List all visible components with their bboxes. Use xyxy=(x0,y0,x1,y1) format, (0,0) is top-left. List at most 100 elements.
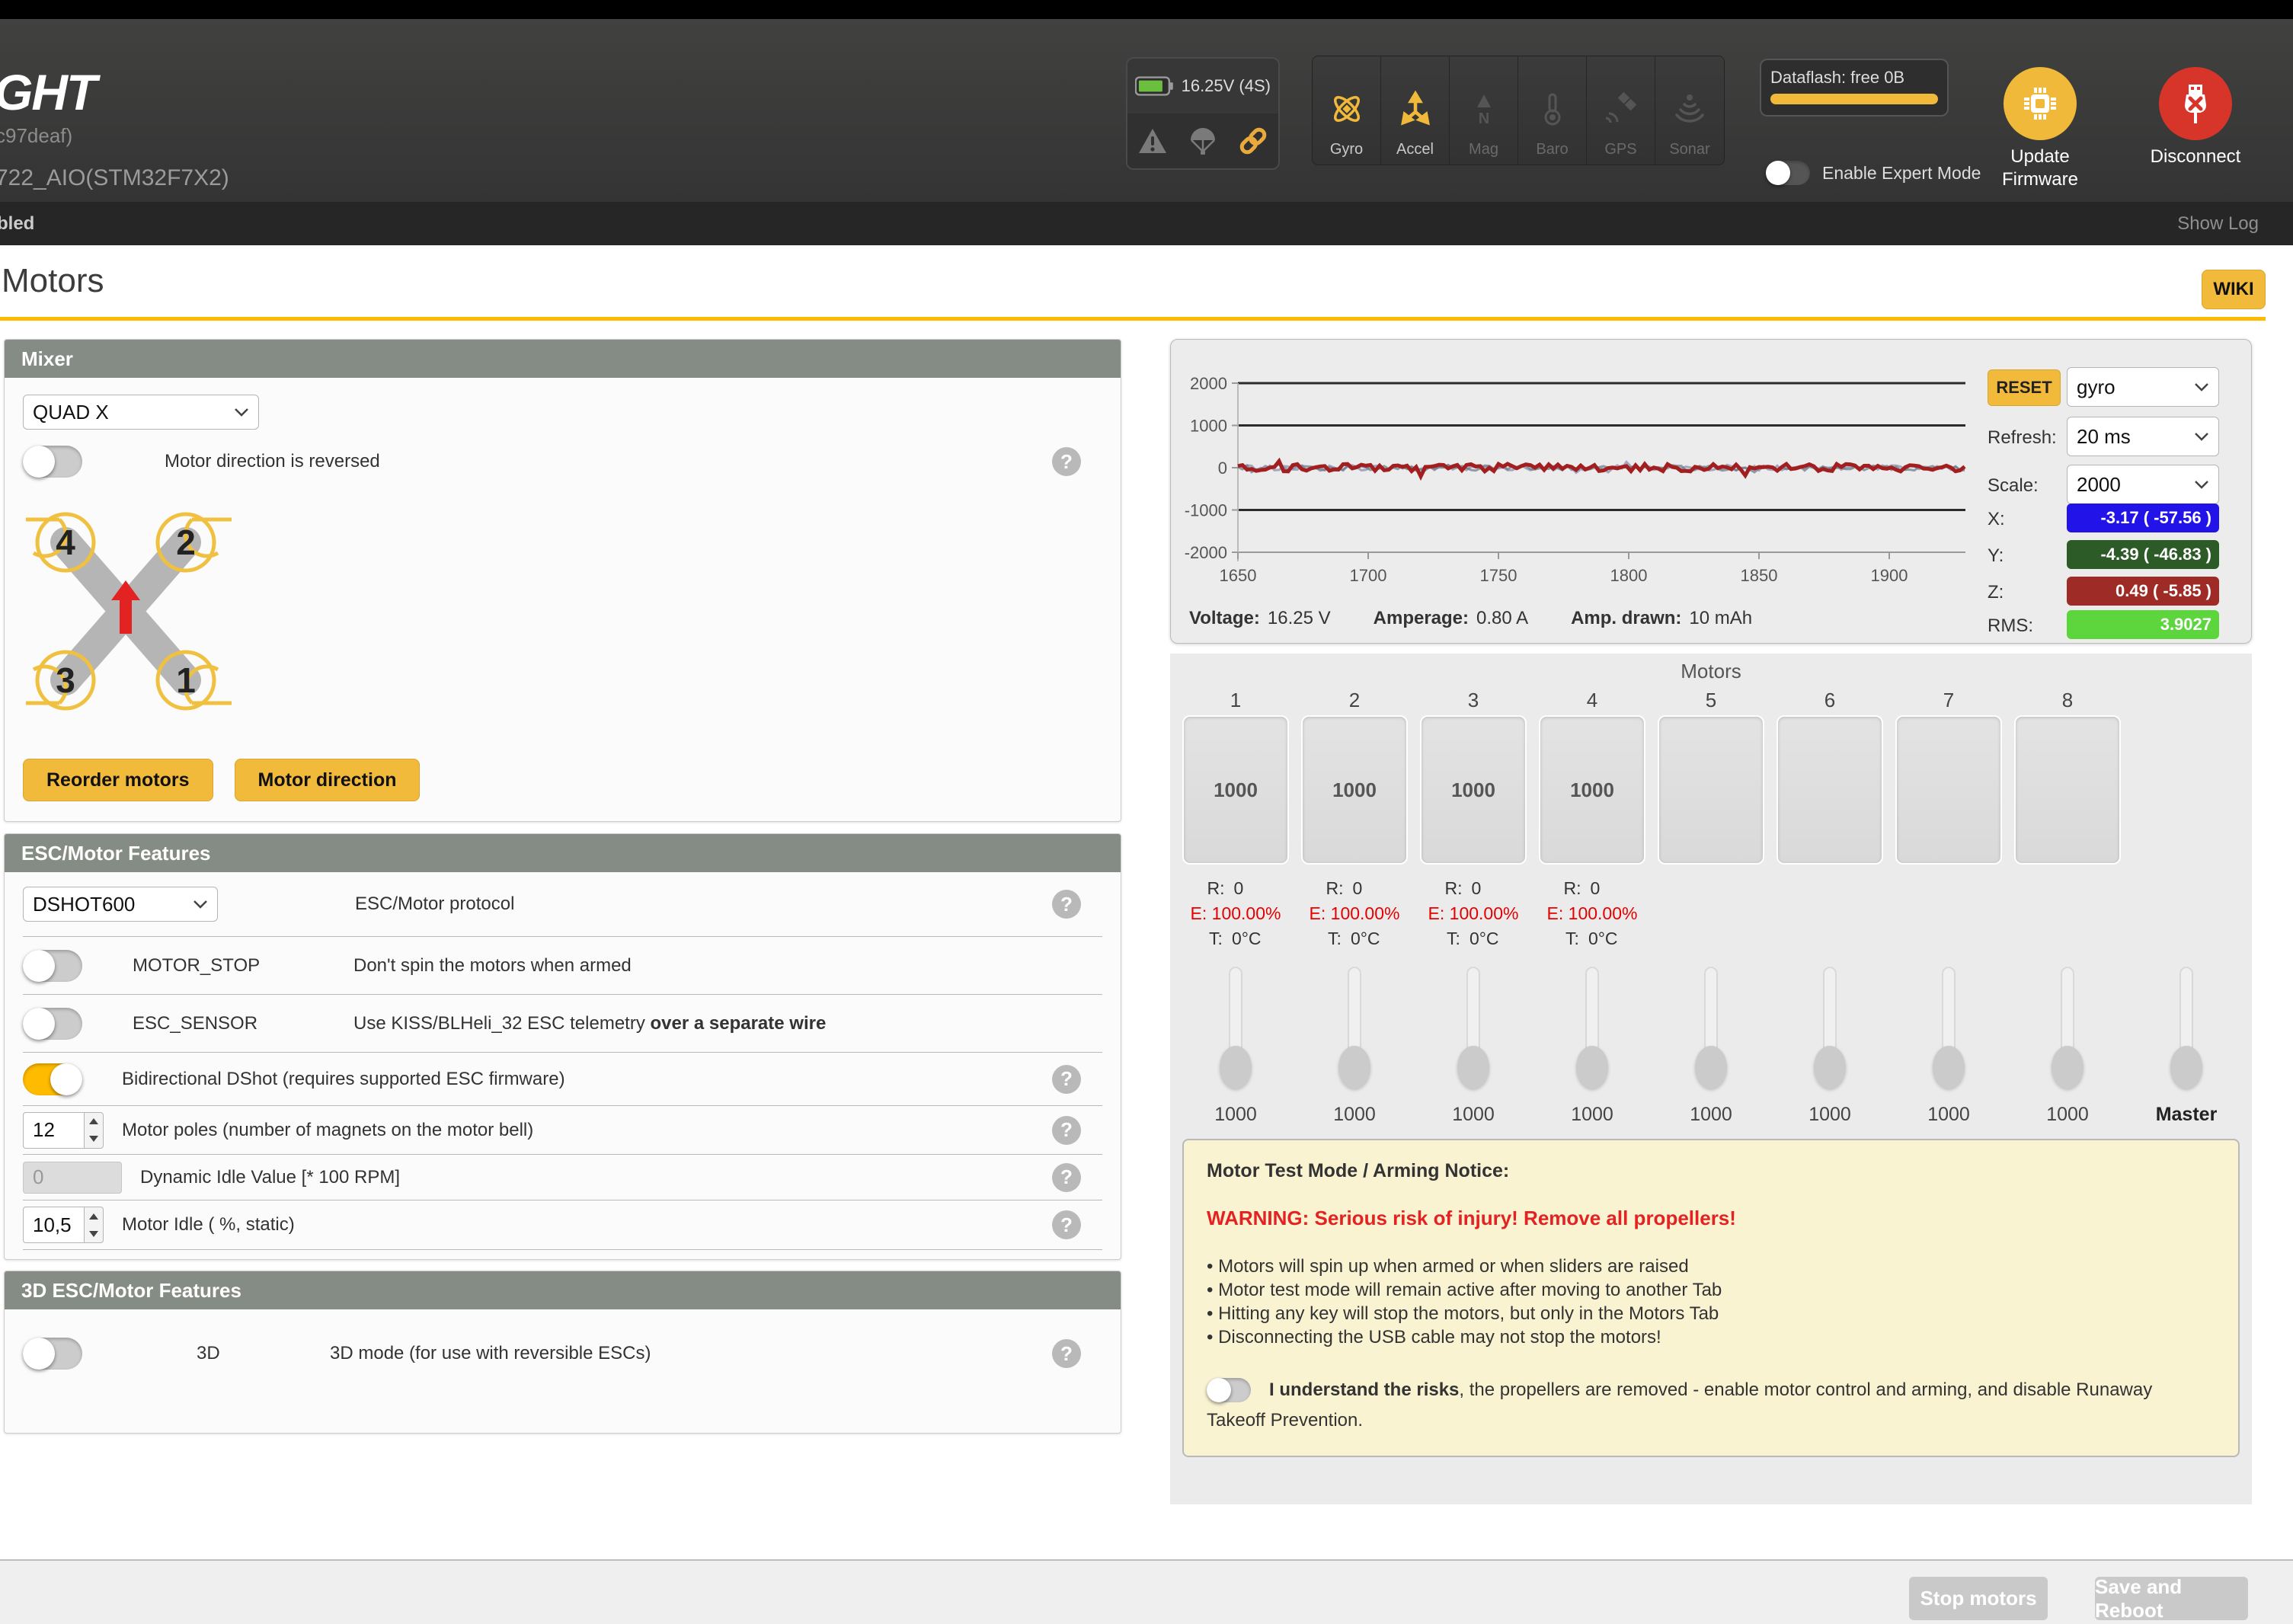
dynamic-idle-row: 0 Dynamic Idle Value [* 100 RPM] ? xyxy=(23,1154,1102,1200)
wiki-button[interactable]: WIKI xyxy=(2202,270,2266,309)
scale-value: 2000 xyxy=(2077,473,2121,497)
show-log-button[interactable]: Show Log xyxy=(2177,213,2259,235)
readout-z-value: 0.49 ( -5.85 ) xyxy=(2067,577,2219,606)
motor-slider-4[interactable] xyxy=(1569,967,1615,1081)
motor-idle-stepper[interactable] xyxy=(23,1207,104,1243)
understand-risks-toggle[interactable] xyxy=(1207,1378,1251,1402)
motor-slider-8[interactable] xyxy=(2045,967,2090,1081)
slider-knob[interactable] xyxy=(2170,1046,2202,1089)
battery-status-box: 16.25V (4S) xyxy=(1126,57,1280,170)
refresh-select[interactable]: 20 ms xyxy=(2067,417,2219,456)
readout-y-label: Y: xyxy=(1988,545,2004,567)
sensor-baro: Baro xyxy=(1518,56,1587,165)
motor-slider-7[interactable] xyxy=(1926,967,1972,1081)
update-firmware-label: Update Firmware xyxy=(1979,145,2101,191)
help-icon[interactable]: ? xyxy=(1052,1210,1081,1239)
slider-knob[interactable] xyxy=(1814,1046,1846,1089)
telemetry-rpm: R:0 xyxy=(1207,878,1264,899)
readout-x-label: X: xyxy=(1988,509,2005,530)
telemetry-error: E: 100.00% xyxy=(1191,903,1281,924)
chip-icon xyxy=(2020,84,2060,123)
3d-mode-toggle[interactable] xyxy=(23,1338,82,1370)
graph-mode-select[interactable]: gyro xyxy=(2067,367,2219,407)
motor-slider-2[interactable] xyxy=(1332,967,1377,1081)
disconnect-label: Disconnect xyxy=(2135,145,2256,168)
scale-select[interactable]: 2000 xyxy=(2067,465,2219,504)
header-status-icons xyxy=(1127,113,1278,168)
mixer-panel-header: Mixer xyxy=(5,340,1121,378)
help-icon[interactable]: ? xyxy=(1052,1065,1081,1094)
page-title: Motors xyxy=(2,262,104,300)
help-icon[interactable]: ? xyxy=(1052,1339,1081,1368)
svg-text:1650: 1650 xyxy=(1220,566,1257,585)
slider-knob[interactable] xyxy=(1695,1046,1727,1089)
motor-poles-stepper[interactable] xyxy=(23,1112,104,1149)
mixer-type-value: QUAD X xyxy=(33,401,109,424)
motor-direction-button[interactable]: Motor direction xyxy=(235,759,421,801)
stop-motors-button[interactable]: Stop motors xyxy=(1909,1577,2048,1620)
motor-idle-label: Motor Idle ( %, static) xyxy=(122,1214,295,1236)
notice-title: Motor Test Mode / Arming Notice: xyxy=(1207,1160,2215,1182)
chevron-down-icon xyxy=(2194,382,2209,392)
help-icon[interactable]: ? xyxy=(1052,1163,1081,1192)
sensor-label: Accel xyxy=(1396,141,1434,158)
slider-knob[interactable] xyxy=(1576,1046,1608,1089)
sensor-status-bar: GyroAccelNMagBaroGPSSonar xyxy=(1312,56,1725,165)
slider-knob[interactable] xyxy=(1338,1046,1370,1089)
esc-protocol-select[interactable]: DSHOT600 xyxy=(23,887,218,922)
help-icon[interactable]: ? xyxy=(1052,890,1081,919)
svg-text:1900: 1900 xyxy=(1871,566,1908,585)
motor-slider-5[interactable] xyxy=(1688,967,1734,1081)
motor-columns: 11000R:0E: 100.00%T:0°C100021000R:0E: 10… xyxy=(1170,685,2252,1131)
master-slider[interactable] xyxy=(2163,967,2209,1081)
motor-stop-row: MOTOR_STOP Don't spin the motors when ar… xyxy=(23,936,1102,994)
esc-motor-features-panel: ESC/Motor Features DSHOT600 ESC/Motor pr… xyxy=(4,833,1121,1260)
spinner-buttons[interactable] xyxy=(84,1112,104,1149)
sensor-label: Baro xyxy=(1536,141,1568,158)
battery-voltage-row: 16.25V (4S) xyxy=(1127,59,1278,113)
expert-mode-row: Enable Expert Mode xyxy=(1766,161,1981,185)
motor-stop-toggle[interactable] xyxy=(23,950,82,982)
status-bar: bled Show Log xyxy=(0,202,2293,245)
esc-sensor-toggle[interactable] xyxy=(23,1008,82,1040)
telemetry-error: E: 100.00% xyxy=(1428,903,1519,924)
sensor-label: Sonar xyxy=(1669,141,1709,158)
update-firmware-button[interactable] xyxy=(2004,67,2077,140)
readout-z-label: Z: xyxy=(1988,582,2004,603)
disconnect-button[interactable] xyxy=(2159,67,2232,140)
expert-mode-toggle[interactable] xyxy=(1766,161,1810,185)
gps-icon xyxy=(1603,77,1639,141)
motor-slider-3[interactable] xyxy=(1450,967,1496,1081)
chevron-down-icon xyxy=(193,900,208,909)
svg-text:N: N xyxy=(1478,110,1489,127)
motor-slider-6[interactable] xyxy=(1807,967,1853,1081)
slider-knob[interactable] xyxy=(1220,1046,1252,1089)
motor-number: 7 xyxy=(1943,685,1954,715)
motor-column-5: 51000 xyxy=(1652,685,1770,1131)
usb-disconnect-icon xyxy=(2176,82,2215,125)
motor-number-bottom-right: 1 xyxy=(176,660,196,700)
motor-slider-1[interactable] xyxy=(1213,967,1258,1081)
mixer-type-select[interactable]: QUAD X xyxy=(23,395,259,430)
bidirectional-dshot-toggle[interactable] xyxy=(23,1063,82,1095)
readout-x-value: -3.17 ( -57.56 ) xyxy=(2067,504,2219,532)
motor-testing-block: Motors 11000R:0E: 100.00%T:0°C100021000R… xyxy=(1170,654,2252,1504)
graph-reset-button[interactable]: RESET xyxy=(1988,369,2061,406)
slider-value-label: 1000 xyxy=(1214,1098,1257,1131)
spinner-buttons[interactable] xyxy=(84,1207,104,1243)
motor-idle-input[interactable] xyxy=(23,1207,84,1243)
help-icon[interactable]: ? xyxy=(1052,1116,1081,1145)
reorder-motors-button[interactable]: Reorder motors xyxy=(23,759,213,801)
motor-value-bar: 1000 xyxy=(1301,715,1408,865)
slider-knob[interactable] xyxy=(1457,1046,1489,1089)
motor-direction-reversed-label: Motor direction is reversed xyxy=(165,451,380,472)
help-icon[interactable]: ? xyxy=(1052,447,1081,476)
motor-poles-input[interactable] xyxy=(23,1112,84,1149)
slider-knob[interactable] xyxy=(2052,1046,2084,1089)
save-and-reboot-button[interactable]: Save and Reboot xyxy=(2095,1577,2248,1620)
motor-column-2: 21000R:0E: 100.00%T:0°C1000 xyxy=(1295,685,1414,1131)
svg-text:-1000: -1000 xyxy=(1185,501,1227,520)
motor-direction-reversed-toggle[interactable] xyxy=(23,446,82,478)
sensor-gyro: Gyro xyxy=(1313,56,1381,165)
slider-knob[interactable] xyxy=(1933,1046,1965,1089)
